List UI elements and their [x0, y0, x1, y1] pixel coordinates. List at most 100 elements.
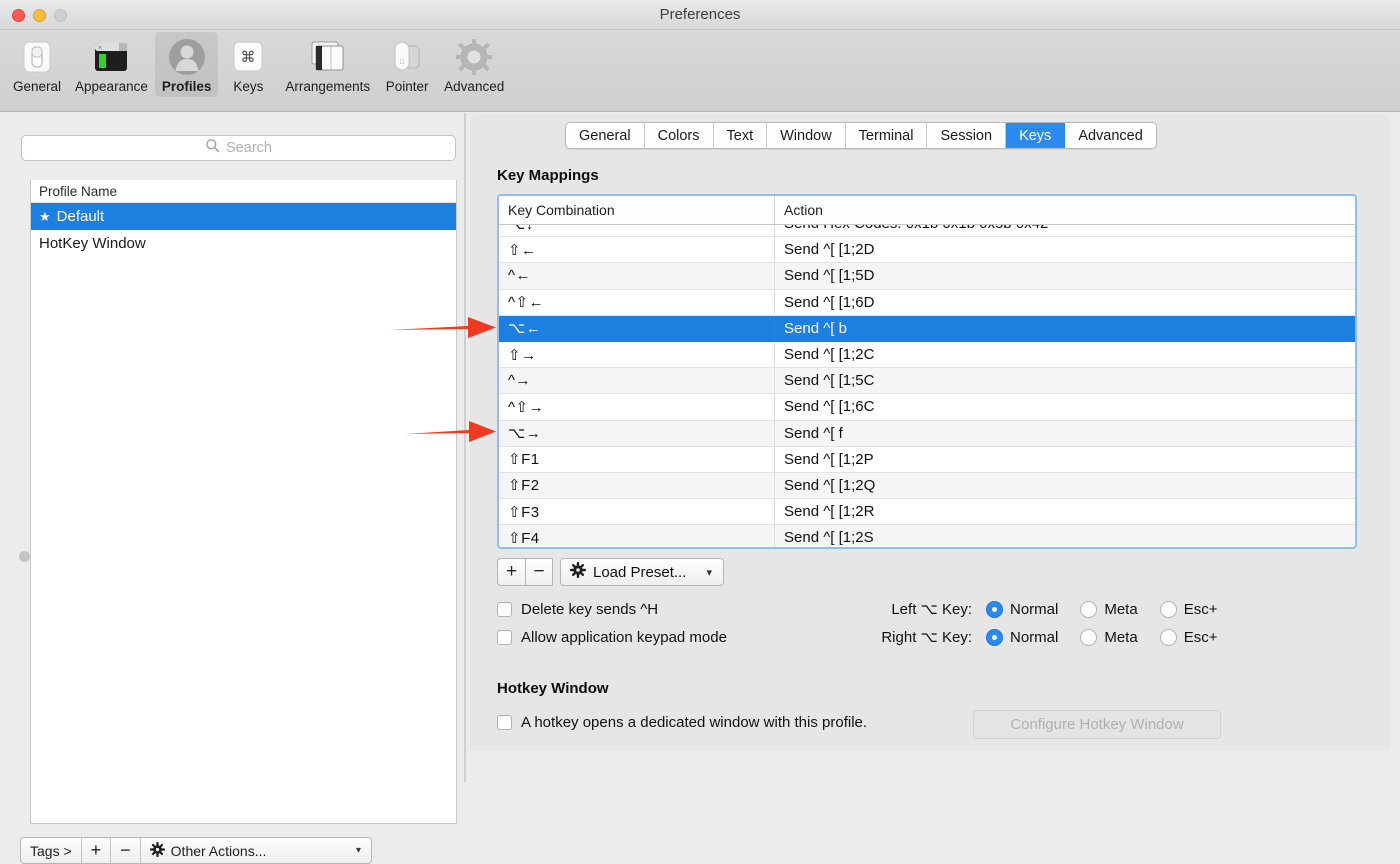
radio-box[interactable] [1159, 628, 1177, 646]
checkbox-label: Allow application keypad mode [521, 629, 727, 646]
column-header-key-combination[interactable]: Key Combination [499, 196, 775, 224]
radio-left-esc[interactable]: Esc+ [1159, 600, 1217, 618]
window-title: Preferences [659, 6, 741, 23]
cell-action: Send ^[ b [775, 320, 1355, 337]
cell-action: Send ^[ f [775, 425, 1355, 442]
search-placeholder: Search [226, 140, 272, 156]
radio-label: Normal [1010, 628, 1059, 646]
search-input[interactable]: Search [21, 135, 456, 161]
cell-action: Send ^[ [1;5D [775, 267, 1355, 284]
cell-text: ⌥↓ [508, 225, 534, 233]
table-row[interactable]: ⇧F1 Send ^[ [1;2P [499, 446, 1355, 473]
cell-action: Send ^[ [1;2S [775, 529, 1355, 546]
tab-window[interactable]: Window [767, 123, 846, 148]
tab-text[interactable]: Text [713, 123, 768, 148]
toolbar-item-advanced[interactable]: Advanced [437, 32, 511, 97]
radio-box[interactable] [986, 628, 1003, 646]
toolbar-item-label: Advanced [444, 79, 505, 94]
toolbar-item-keys[interactable]: ⌘ Keys [218, 32, 278, 97]
window-titlebar: Preferences [0, 0, 1400, 30]
other-actions-dropdown[interactable]: Other Actions... ▾ [141, 838, 371, 863]
search-icon [205, 138, 220, 158]
toolbar-item-general[interactable]: General [6, 32, 68, 97]
checkbox-box[interactable] [497, 602, 512, 617]
key-mappings-table[interactable]: Key Combination Action ⌥↓ Send Hex Codes… [497, 194, 1357, 549]
toolbar-item-profiles[interactable]: Profiles [154, 32, 219, 97]
tab-label: Session [940, 127, 993, 144]
search-field-container[interactable]: Search [21, 135, 456, 161]
radio-left-meta[interactable]: Meta [1080, 600, 1138, 618]
checkbox-box[interactable] [497, 715, 512, 730]
radio-box[interactable] [1159, 600, 1177, 618]
remove-profile-button[interactable]: − [111, 838, 141, 863]
cell-text: ⇧← [508, 241, 537, 259]
radio-left-normal[interactable]: Normal [986, 600, 1059, 618]
tab-keys[interactable]: Keys [1006, 123, 1066, 148]
tab-session[interactable]: Session [927, 123, 1007, 148]
configure-hotkey-window-button[interactable]: Configure Hotkey Window [973, 710, 1221, 739]
key-mappings-heading: Key Mappings [497, 167, 599, 184]
toolbar-item-appearance[interactable]: × Appearance [68, 32, 155, 97]
radio-label: Esc+ [1183, 628, 1218, 646]
checkbox-box[interactable] [497, 630, 512, 645]
radio-box[interactable] [986, 600, 1003, 618]
checkbox-delete-key-sends[interactable]: Delete key sends ^H [497, 601, 658, 618]
cell-text: ^← [508, 267, 532, 285]
profiles-column-header[interactable]: Profile Name [31, 180, 456, 203]
profiles-bottom-toolbar: Tags > + − Other Actions... ▾ [20, 837, 372, 864]
toolbar-item-pointer[interactable]:  Pointer [377, 32, 437, 97]
cell-text: Send ^[ [1;5D [784, 267, 875, 285]
tab-general[interactable]: General [566, 123, 645, 148]
table-row[interactable]: ^⇧→ Send ^[ [1;6C [499, 394, 1355, 421]
tab-terminal[interactable]: Terminal [845, 123, 928, 148]
radio-label: Normal [1010, 600, 1059, 618]
toolbar-item-arrangements[interactable]: Arrangements [278, 32, 377, 97]
add-key-mapping-button[interactable]: + [497, 558, 525, 586]
cell-text: ⇧F4 [508, 529, 540, 547]
cell-action: Send ^[ [1;2P [775, 451, 1355, 468]
other-actions-label: Other Actions... [170, 842, 267, 859]
table-row[interactable]: ⇧← Send ^[ [1;2D [499, 237, 1355, 264]
profile-row-hotkey-window[interactable]: HotKey Window [31, 230, 456, 257]
key-mappings-header-row: Key Combination Action [499, 196, 1355, 225]
profiles-table[interactable]: Profile Name ★ Default HotKey Window [30, 180, 457, 824]
cell-text: ⇧F1 [508, 451, 540, 469]
profiles-column-header-label: Profile Name [39, 183, 118, 199]
left-option-key-caption: Left ⌥ Key: [891, 601, 972, 618]
column-header-action[interactable]: Action [775, 196, 1355, 224]
cell-key-combination: ^→ [499, 368, 775, 394]
tab-colors[interactable]: Colors [644, 123, 714, 148]
table-row[interactable]: ⇧F2 Send ^[ [1;2Q [499, 472, 1355, 500]
table-row-selected[interactable]: ⌥← Send ^[ b [499, 315, 1355, 342]
radio-right-normal[interactable]: Normal [986, 628, 1059, 646]
tab-advanced[interactable]: Advanced [1065, 123, 1156, 148]
cell-key-combination: ⌥← [499, 315, 775, 341]
configure-hotkey-window-label: Configure Hotkey Window [1010, 716, 1184, 733]
command-key-icon: ⌘ [225, 36, 271, 78]
table-row[interactable]: ⌥↓ Send Hex Codes: 0x1b 0x1b 0x5b 0x42 [499, 225, 1355, 238]
radio-right-meta[interactable]: Meta [1080, 628, 1138, 646]
remove-key-mapping-button[interactable]: − [525, 558, 553, 586]
table-row[interactable]: ⇧→ Send ^[ [1;2C [499, 341, 1355, 369]
add-profile-button[interactable]: + [82, 838, 112, 863]
tags-button[interactable]: Tags > [21, 838, 82, 863]
profile-row-default[interactable]: ★ Default [31, 203, 456, 230]
checkbox-allow-keypad-mode[interactable]: Allow application keypad mode [497, 629, 727, 646]
radio-right-esc[interactable]: Esc+ [1159, 628, 1218, 646]
checkbox-hotkey-opens-window[interactable]: A hotkey opens a dedicated window with t… [497, 714, 867, 731]
toolbar-item-label: Keys [233, 79, 264, 94]
radio-box[interactable] [1080, 628, 1098, 646]
table-row[interactable]: ^→ Send ^[ [1;5C [499, 368, 1355, 395]
key-mappings-rows[interactable]: ⌥↓ Send Hex Codes: 0x1b 0x1b 0x5b 0x42 ⇧… [499, 225, 1355, 547]
split-view-handle[interactable] [19, 551, 30, 562]
table-row[interactable]: ⇧F3 Send ^[ [1;2R [499, 499, 1355, 526]
cell-text: Send Hex Codes: 0x1b 0x1b 0x5b 0x42 [784, 225, 1048, 232]
cell-text: ^⇧← [508, 294, 545, 312]
radio-box[interactable] [1080, 600, 1098, 618]
table-row[interactable]: ⌥→ Send ^[ f [499, 420, 1355, 447]
load-preset-dropdown[interactable]: Load Preset... ▾ [560, 558, 724, 586]
table-row[interactable]: ⇧F4 Send ^[ [1;2S [499, 525, 1355, 547]
cell-action: Send ^[ [1;6C [775, 398, 1355, 415]
table-row[interactable]: ^← Send ^[ [1;5D [499, 263, 1355, 290]
table-row[interactable]: ^⇧← Send ^[ [1;6D [499, 289, 1355, 316]
